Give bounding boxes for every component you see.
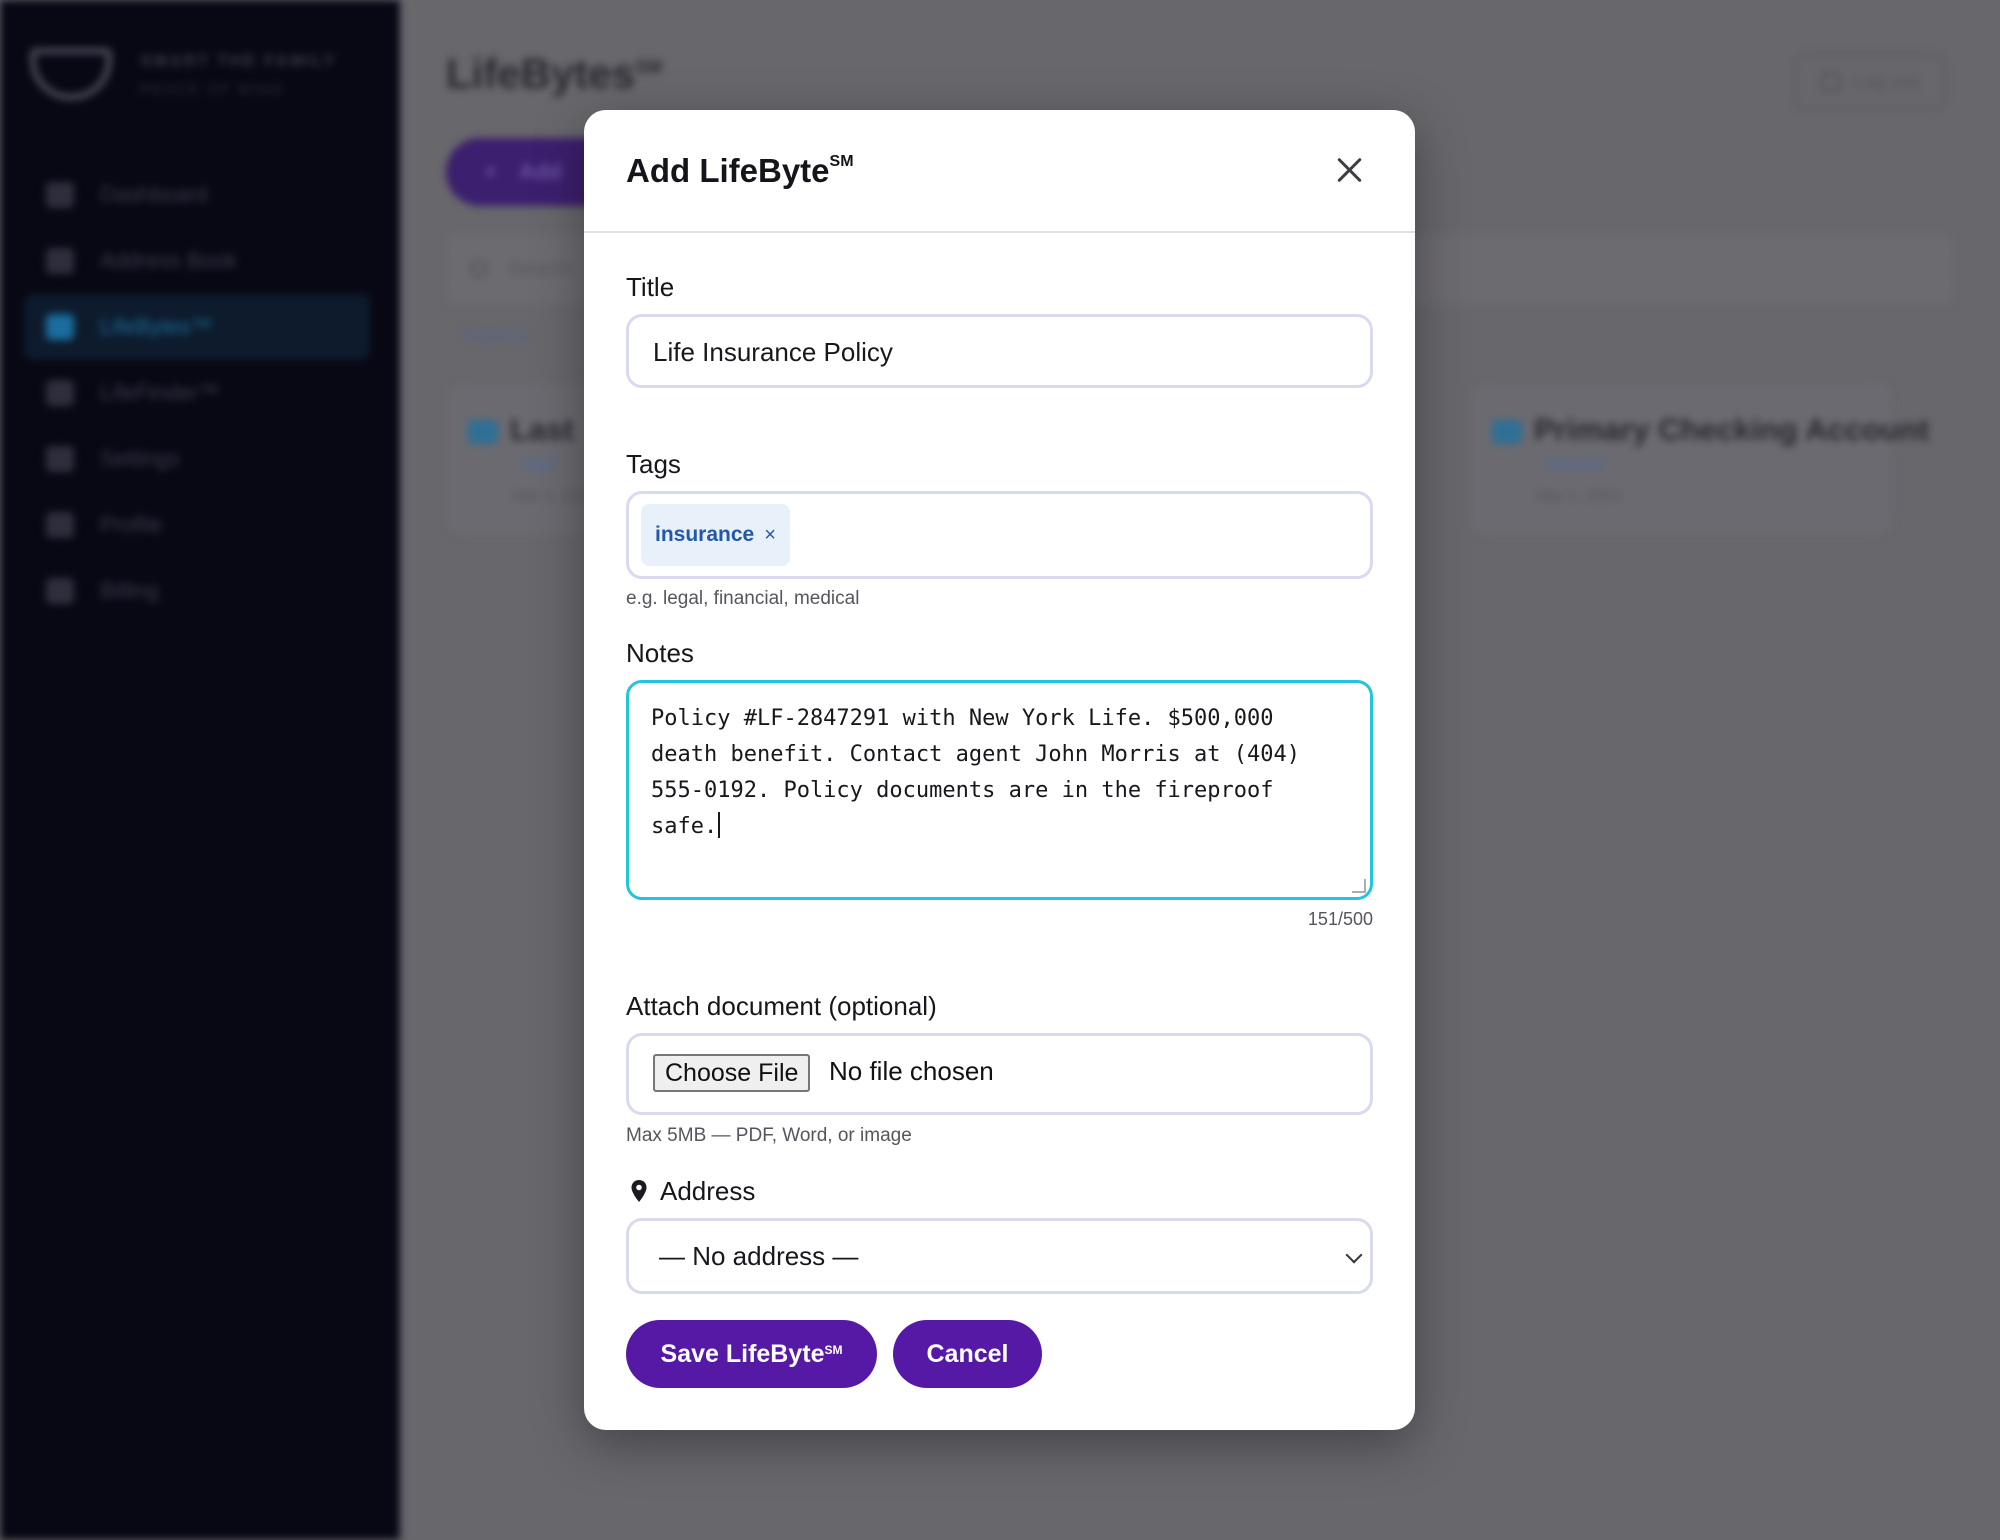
- sidebar-item-lifefinder[interactable]: LifeFinder™: [24, 360, 370, 426]
- folder-icon: [468, 420, 498, 444]
- sidebar-item-label: Dashboard: [100, 182, 208, 207]
- sidebar-item-label: Billing: [100, 578, 159, 603]
- logout-icon: [1820, 72, 1841, 92]
- map-pin-icon: [46, 248, 74, 274]
- people-icon: [46, 380, 74, 406]
- file-input[interactable]: Choose File No file chosen: [626, 1033, 1373, 1115]
- sidebar-item-label: LifeBytes™: [100, 314, 213, 339]
- sidebar-item-label: Settings: [100, 446, 180, 471]
- logo-mark: [30, 48, 112, 100]
- sidebar-item-dashboard[interactable]: Dashboard: [24, 162, 370, 228]
- tags-help-text: e.g. legal, financial, medical: [626, 588, 860, 609]
- folder-icon: [1492, 420, 1522, 444]
- attach-label: Attach document (optional): [626, 991, 937, 1021]
- tag-label: insurance: [655, 523, 755, 546]
- filter-chip[interactable]: financial: [462, 326, 528, 347]
- notes-label: Notes: [626, 638, 694, 668]
- modal-header: Add LifeByteSM: [584, 110, 1415, 233]
- address-label: Address: [660, 1176, 756, 1206]
- gear-icon: [46, 446, 74, 472]
- title-input-value: Life Insurance Policy: [653, 337, 893, 367]
- brand-name: SMART THE FAMILY: [140, 50, 337, 70]
- card-tag: financial: [1546, 456, 1605, 473]
- sidebar-item-label: Profile: [100, 512, 163, 537]
- close-icon[interactable]: [1331, 152, 1367, 188]
- notes-textarea[interactable]: Policy #LF-2847291 with New York Life. $…: [626, 680, 1373, 900]
- sidebar-item-label: Address Book: [100, 248, 237, 273]
- sidebar-item-billing[interactable]: Billing: [24, 558, 370, 624]
- card-title: Last: [510, 412, 574, 447]
- address-select[interactable]: — No address —: [626, 1218, 1373, 1294]
- user-icon: [46, 512, 74, 538]
- cancel-button[interactable]: Cancel: [893, 1320, 1042, 1388]
- lifebyte-card[interactable]: Primary Checking Account financial Mar 1…: [1470, 384, 1929, 534]
- sidebar-item-profile[interactable]: Profile: [24, 492, 370, 558]
- sidebar-nav: Dashboard Address Book LifeBytes™ LifeFi…: [24, 162, 370, 624]
- notes-value: Policy #LF-2847291 with New York Life. $…: [651, 706, 1301, 839]
- search-icon: [470, 260, 488, 278]
- tags-input[interactable]: insurance ×: [626, 491, 1373, 579]
- sidebar-item-lifebytes[interactable]: LifeBytes™: [24, 294, 370, 360]
- modal-title: Add LifeByteSM: [626, 152, 854, 189]
- address-select-value: — No address —: [659, 1241, 859, 1271]
- plus-icon: +: [484, 159, 497, 184]
- card-tag: legal: [522, 456, 556, 473]
- title-label: Title: [626, 272, 675, 302]
- tag-chip-insurance: insurance ×: [641, 504, 790, 566]
- card-title: Primary Checking Account: [1534, 412, 1930, 447]
- folder-icon: [46, 314, 74, 340]
- page-title: LifeBytesSM: [446, 50, 663, 97]
- attach-help-text: Max 5MB — PDF, Word, or image: [626, 1125, 912, 1146]
- credit-card-icon: [46, 578, 74, 604]
- file-status: No file chosen: [829, 1056, 994, 1086]
- card-date: Mar 1, 2024: [1536, 488, 1622, 505]
- tags-label: Tags: [626, 449, 681, 479]
- map-pin-icon: [631, 1180, 647, 1202]
- dashboard-icon: [46, 182, 74, 208]
- resize-handle-icon[interactable]: [1352, 879, 1366, 893]
- choose-file-button[interactable]: Choose File: [653, 1054, 811, 1092]
- notes-char-counter: 151/500: [1307, 909, 1373, 929]
- tag-remove-icon[interactable]: ×: [764, 524, 776, 547]
- sidebar-item-address-book[interactable]: Address Book: [24, 228, 370, 294]
- save-button[interactable]: Save LifeByte SM: [626, 1320, 877, 1388]
- title-input[interactable]: Life Insurance Policy: [626, 314, 1373, 388]
- logout-button[interactable]: Log out: [1794, 54, 1946, 110]
- add-lifebyte-modal: Add LifeByteSM Title Life Insurance Poli…: [584, 110, 1415, 1430]
- sidebar: SMART THE FAMILY PEACE OF MIND Dashboard…: [0, 0, 400, 1540]
- sidebar-item-settings[interactable]: Settings: [24, 426, 370, 492]
- text-caret: [718, 812, 721, 838]
- sidebar-item-label: LifeFinder™: [100, 380, 220, 405]
- brand-logo: SMART THE FAMILY PEACE OF MIND: [30, 48, 337, 100]
- brand-tagline: PEACE OF MIND: [140, 80, 285, 98]
